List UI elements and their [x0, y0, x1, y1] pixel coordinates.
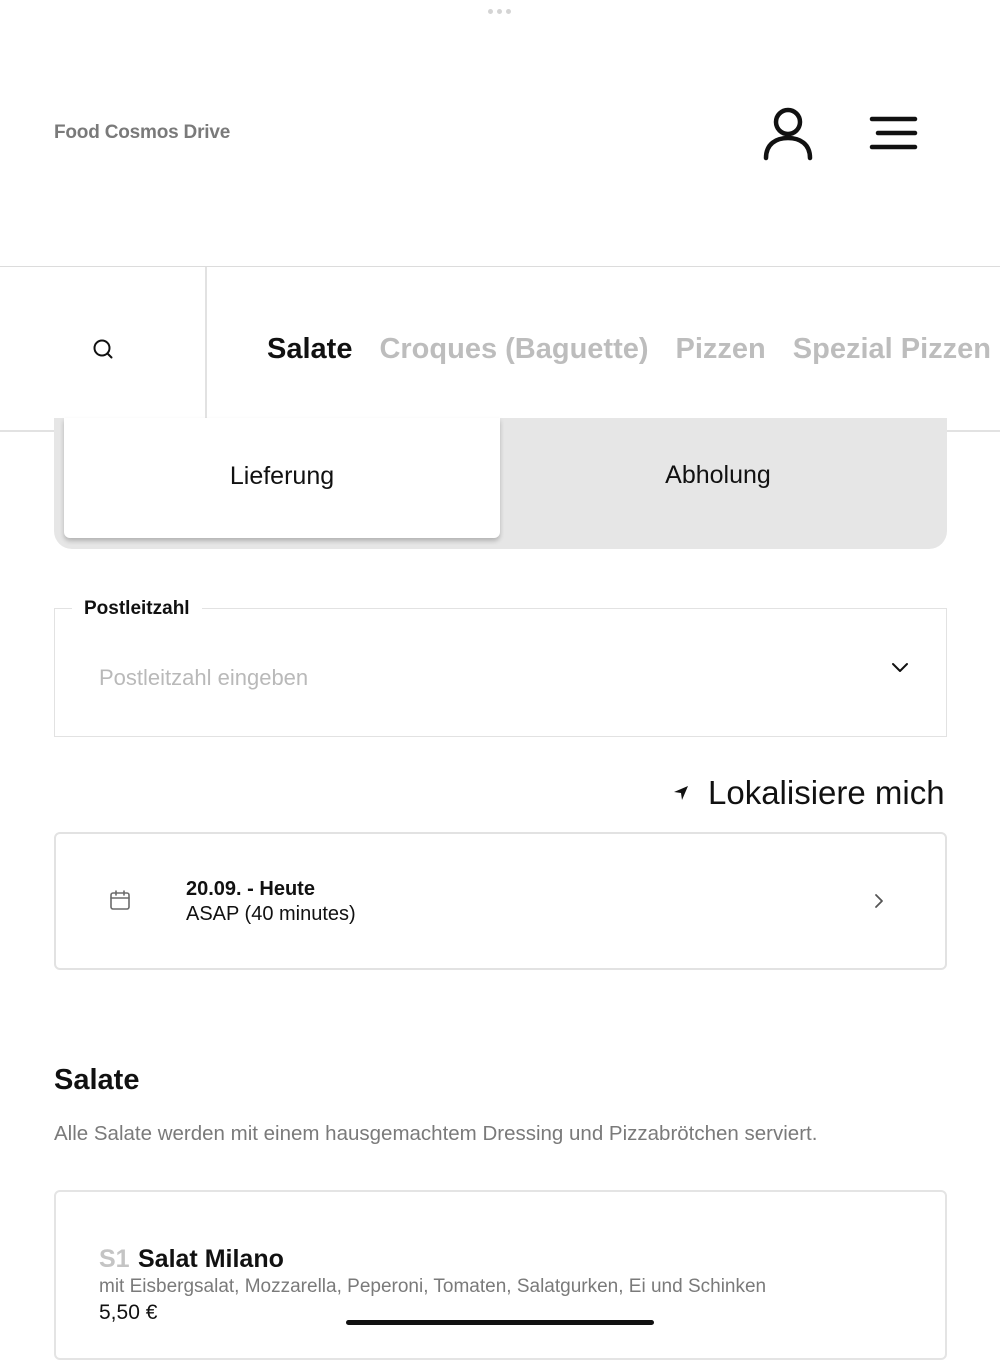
pickup-label: Abholung: [665, 460, 771, 489]
drag-handle: [488, 9, 511, 14]
section-description: Alle Salate werden mit einem hausgemacht…: [54, 1122, 818, 1145]
schedule-date: 20.09. - Heute: [186, 878, 315, 900]
delivery-label: Lieferung: [229, 461, 335, 490]
chevron-down-icon[interactable]: [889, 658, 911, 676]
section-title: Salate: [54, 1064, 140, 1096]
search-button[interactable]: [0, 267, 207, 431]
calendar-icon: [110, 890, 130, 910]
search-icon: [93, 339, 112, 359]
location-arrow-icon: [674, 786, 688, 800]
postal-code-input[interactable]: [99, 660, 859, 696]
tab-salate[interactable]: Salate: [267, 333, 352, 366]
hamburger-menu-icon[interactable]: [866, 112, 920, 154]
delivery-time-selector[interactable]: [54, 832, 947, 970]
item-price: 5,50 €: [99, 1301, 158, 1324]
tab-spezial-pizzen[interactable]: Spezial Pizzen: [793, 333, 991, 366]
delivery-option[interactable]: Lieferung: [64, 418, 500, 538]
brand-name[interactable]: Food Cosmos Drive: [54, 122, 230, 144]
home-indicator: [346, 1320, 654, 1325]
locate-me-button[interactable]: Lokalisiere mich: [672, 774, 945, 812]
category-bar: Salate Croques (Baguette) Pizzen Spezial…: [0, 266, 1000, 432]
user-icon[interactable]: [758, 104, 818, 164]
menu-item-card[interactable]: [54, 1190, 947, 1360]
postal-code-label: Postleitzahl: [72, 598, 202, 620]
pickup-option[interactable]: Abholung: [500, 432, 936, 522]
tab-pizzen[interactable]: Pizzen: [676, 333, 766, 366]
item-name: Salat Milano: [138, 1245, 284, 1273]
category-tabs: Salate Croques (Baguette) Pizzen Spezial…: [267, 267, 991, 431]
chevron-right-icon: [875, 894, 883, 908]
item-code: S1: [99, 1245, 130, 1273]
locate-me-label: Lokalisiere mich: [708, 774, 945, 811]
tab-croques[interactable]: Croques (Baguette): [379, 333, 648, 366]
schedule-time: ASAP (40 minutes): [186, 903, 356, 925]
item-description: mit Eisbergsalat, Mozzarella, Peperoni, …: [99, 1276, 767, 1297]
